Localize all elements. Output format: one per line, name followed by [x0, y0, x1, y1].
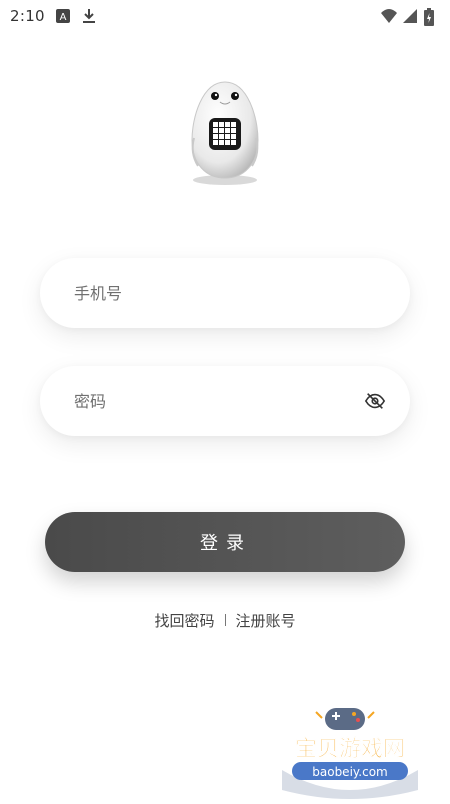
forgot-password-link[interactable]: 找回密码 — [154, 610, 214, 631]
auth-links: 找回密码 注册账号 — [0, 608, 450, 632]
status-right — [380, 8, 440, 26]
gamepad-icon — [315, 708, 375, 730]
wifi-icon — [380, 8, 397, 24]
link-divider — [224, 614, 226, 626]
egg-robot-logo — [180, 78, 270, 188]
svg-text:A: A — [59, 12, 66, 23]
eye-off-icon[interactable] — [362, 388, 388, 414]
watermark-url: baobeiy.com — [312, 765, 387, 779]
a-icon: A — [55, 8, 71, 24]
download-icon — [81, 8, 97, 24]
login-button[interactable]: 登录 — [45, 512, 405, 572]
phone-field[interactable] — [40, 258, 410, 328]
register-link[interactable]: 注册账号 — [236, 610, 296, 631]
watermark-title: 宝贝游戏网 — [295, 736, 405, 762]
status-left: 2:10 A — [10, 7, 97, 25]
watermark-logo: 宝贝游戏网 baobeiy.com — [270, 700, 430, 800]
signal-icon — [402, 8, 418, 24]
status-bar: 2:10 A — [0, 0, 450, 32]
battery-icon — [424, 8, 440, 26]
status-time: 2:10 — [10, 7, 45, 25]
phone-input[interactable] — [72, 282, 388, 304]
password-input[interactable] — [72, 390, 362, 412]
password-field[interactable] — [40, 366, 410, 436]
